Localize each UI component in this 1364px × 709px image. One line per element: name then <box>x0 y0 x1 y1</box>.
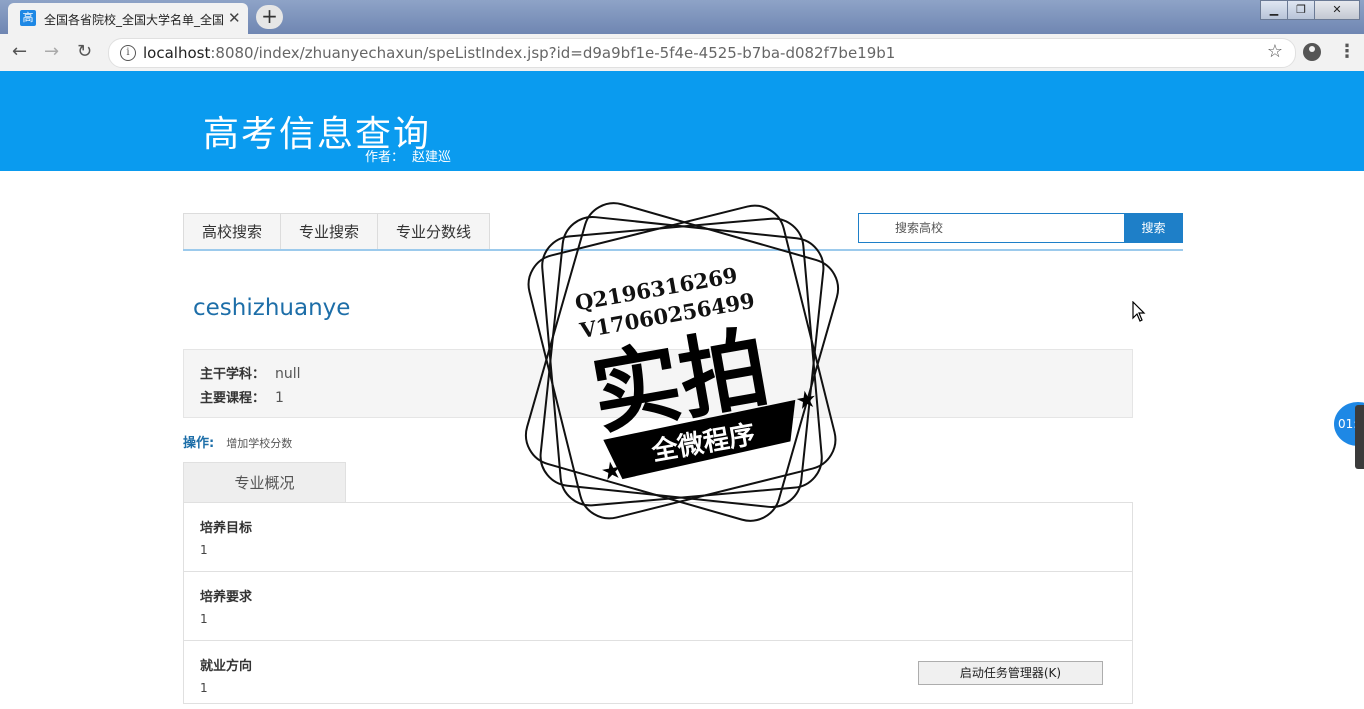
overview-item-text: 1 <box>200 681 208 695</box>
restore-button[interactable]: ❐ <box>1287 0 1315 20</box>
overview-item-text: 1 <box>200 543 208 557</box>
window-close-button[interactable]: ✕ <box>1314 0 1360 20</box>
tab-major-score-line[interactable]: 专业分数线 <box>378 214 490 250</box>
college-search-input[interactable] <box>893 214 1117 242</box>
info-label: 主要课程： <box>200 391 266 406</box>
window-controls: ▁ ❐ ✕ <box>1260 0 1360 20</box>
info-row-main-discipline: 主干学科： null <box>200 363 301 382</box>
author-label: 作者： <box>365 150 405 165</box>
tab-major-search[interactable]: 专业搜索 <box>281 214 379 250</box>
watermark-stamp: Q2196316269 V17060256499 实拍 全微程序 ★ ★ <box>524 202 840 522</box>
browser-tabstrip: 高 全国各省院校_全国大学名单_全国 ✕ + ▁ ❐ ✕ <box>0 0 1364 34</box>
favicon-icon: 高 <box>20 10 36 26</box>
back-arrow-icon[interactable]: ← <box>12 41 27 62</box>
overview-item-training-requirement: 培养要求 1 <box>184 572 1132 641</box>
author-name: 赵建巡 <box>412 150 452 165</box>
account-icon[interactable] <box>1303 43 1321 61</box>
forward-arrow-icon[interactable]: → <box>44 41 59 62</box>
info-value: 1 <box>275 390 284 406</box>
operations-row: 操作: 增加学校分数 <box>183 432 292 451</box>
operations-label: 操作: <box>183 436 215 451</box>
info-row-main-courses: 主要课程： 1 <box>200 387 284 406</box>
overview-item-text: 1 <box>200 612 208 626</box>
tab-title: 全国各省院校_全国大学名单_全国 <box>44 13 224 27</box>
overview-item-title: 就业方向 <box>200 659 253 674</box>
major-title: ceshizhuanye <box>193 295 351 321</box>
info-label: 主干学科： <box>200 367 266 382</box>
reload-icon[interactable]: ↻ <box>77 41 92 62</box>
search-button[interactable]: 搜索 <box>1124 213 1183 243</box>
tab-close-icon[interactable]: ✕ <box>228 9 241 27</box>
browser-tab[interactable]: 高 全国各省院校_全国大学名单_全国 ✕ <box>8 3 248 34</box>
minimize-button[interactable]: ▁ <box>1260 0 1288 20</box>
address-bar[interactable]: i localhost:8080/index/zhuanyechaxun/spe… <box>108 38 1296 68</box>
tab-college-search[interactable]: 高校搜索 <box>184 214 282 250</box>
college-search-box <box>858 213 1125 243</box>
new-tab-button[interactable]: + <box>256 5 283 29</box>
overview-item-title: 培养目标 <box>200 521 253 536</box>
site-info-icon[interactable]: i <box>120 45 136 61</box>
start-task-manager-button[interactable]: 启动任务管理器(K) <box>918 661 1103 685</box>
main-nav-tabs: 高校搜索 专业搜索 专业分数线 <box>183 213 491 250</box>
mouse-cursor-icon <box>1132 301 1146 322</box>
browser-menu-icon[interactable]: ⋮ <box>1338 41 1356 62</box>
overview-item-title: 培养要求 <box>200 590 253 605</box>
author-line: 作者： 赵建巡 <box>365 146 451 165</box>
add-school-score-link[interactable]: 增加学校分数 <box>226 437 292 450</box>
bookmark-star-icon[interactable]: ☆ <box>1267 41 1283 62</box>
url-text: localhost:8080/index/zhuanyechaxun/speLi… <box>143 44 896 62</box>
info-value: null <box>275 366 301 382</box>
tab-major-overview[interactable]: 专业概况 <box>183 462 346 503</box>
side-panel-handle[interactable] <box>1355 405 1364 469</box>
browser-toolbar: ← → ↻ i localhost:8080/index/zhuanyechax… <box>0 34 1364 72</box>
